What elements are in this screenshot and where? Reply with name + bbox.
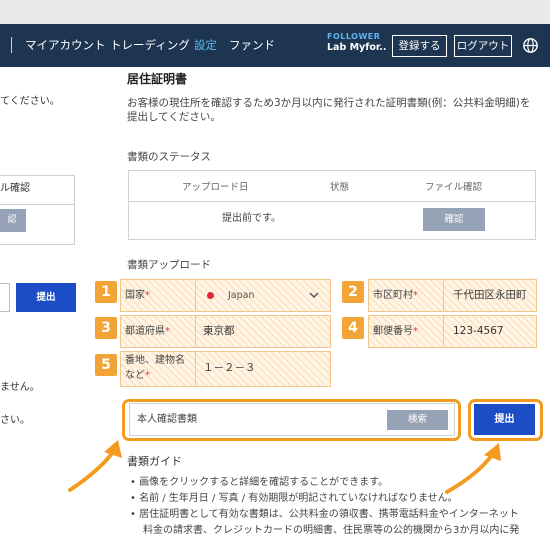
confirm-button[interactable]: 確認 (423, 208, 485, 231)
left-file-check-fragment: ル確認 (0, 183, 30, 194)
guide-bullet: • 居住証明書として有効な書類は、公共料金の領収書、携帯電話料金やインターネット (130, 509, 519, 520)
field-divider (443, 315, 444, 348)
country-field[interactable] (120, 279, 331, 312)
arrow-right-head (484, 443, 501, 461)
arrow-right (445, 453, 494, 494)
nav-funds[interactable]: ファンド (229, 38, 275, 52)
brand-follower: FOLLOWER (327, 32, 381, 41)
nav-divider (11, 37, 12, 53)
field-number-3: 3 (95, 317, 117, 339)
status-table-divider (128, 201, 536, 202)
guide-bullet: • 名前 / 生年月日 / 写真 / 有効期限が明記されていなければなりません。 (130, 493, 458, 504)
section-title: 居住証明書 (127, 72, 188, 86)
chevron-down-icon[interactable] (308, 290, 320, 300)
upload-label: 書類アップロード (127, 259, 211, 271)
nav-trading[interactable]: トレーディング (110, 38, 190, 52)
left-text-fragment: てください。 (0, 96, 60, 107)
guide-bullet: • 画像をクリックすると詳細を確認することができます。 (130, 477, 389, 488)
arrow-left-head (104, 440, 122, 458)
annotation-arrows (68, 440, 501, 494)
brand-name: Lab Myfor.. (327, 42, 387, 53)
browse-button[interactable]: 検索 (387, 410, 448, 430)
status-label: 書類のステータス (127, 151, 211, 163)
status-header-state: 状態 (330, 182, 350, 193)
section-description: お客様の現住所を確認するため3か月以内に発行された証明書類(例：公共料金明細)を… (127, 97, 531, 123)
logout-button[interactable]: ログアウト (454, 35, 512, 57)
country-label: 国家* (125, 290, 150, 301)
address-label-line1: 番地、建物名 (125, 355, 185, 366)
submit-button[interactable]: 提出 (474, 404, 535, 435)
status-header-file-check: ファイル確認 (425, 182, 483, 193)
field-number-5: 5 (95, 354, 117, 376)
field-divider (195, 279, 196, 312)
guide-title: 書類ガイド (127, 455, 182, 468)
left-text-fragment: ません。 (0, 382, 40, 393)
arrow-left (68, 450, 115, 492)
nav-my-account[interactable]: マイアカウント (25, 38, 106, 52)
status-cell: 提出前です。 (222, 213, 281, 224)
left-status-divider (0, 204, 75, 205)
address-label-line2: など* (125, 370, 150, 381)
field-divider (443, 279, 444, 312)
left-submit-button[interactable]: 提出 (16, 283, 76, 312)
field-number-2: 2 (342, 281, 364, 303)
guide-bullet: 料金の請求書、クレジットカードの明細書、住民票等の公的機関から3か月以内に発 (143, 525, 520, 536)
city-input[interactable]: 千代田区永田町 (453, 289, 527, 302)
address-input[interactable]: １－２－３ (203, 362, 256, 375)
city-label: 市区町村* (373, 290, 418, 301)
register-button[interactable]: 登録する (392, 35, 447, 57)
left-text-fragment: さい。 (0, 415, 30, 426)
postal-code-input[interactable]: 123-4567 (453, 325, 504, 338)
globe-icon[interactable] (522, 37, 539, 54)
japan-flag-icon (207, 292, 214, 299)
postal-code-label: 郵便番号* (373, 326, 418, 337)
status-header-upload-date: アップロード日 (182, 182, 249, 193)
left-confirm-button[interactable]: 認 (0, 209, 26, 232)
prefecture-label: 都道府県* (125, 326, 170, 337)
field-number-4: 4 (342, 317, 364, 339)
field-divider (195, 315, 196, 348)
prefecture-input[interactable]: 東京都 (203, 325, 235, 338)
left-input-fragment[interactable] (0, 283, 10, 312)
nav-settings[interactable]: 設定 (194, 38, 217, 52)
file-type-text: 本人確認書類 (137, 414, 197, 425)
browser-top-strip (0, 0, 550, 24)
field-number-1: 1 (95, 281, 117, 303)
field-divider (195, 351, 196, 387)
country-select-value[interactable]: Japan (228, 289, 255, 302)
